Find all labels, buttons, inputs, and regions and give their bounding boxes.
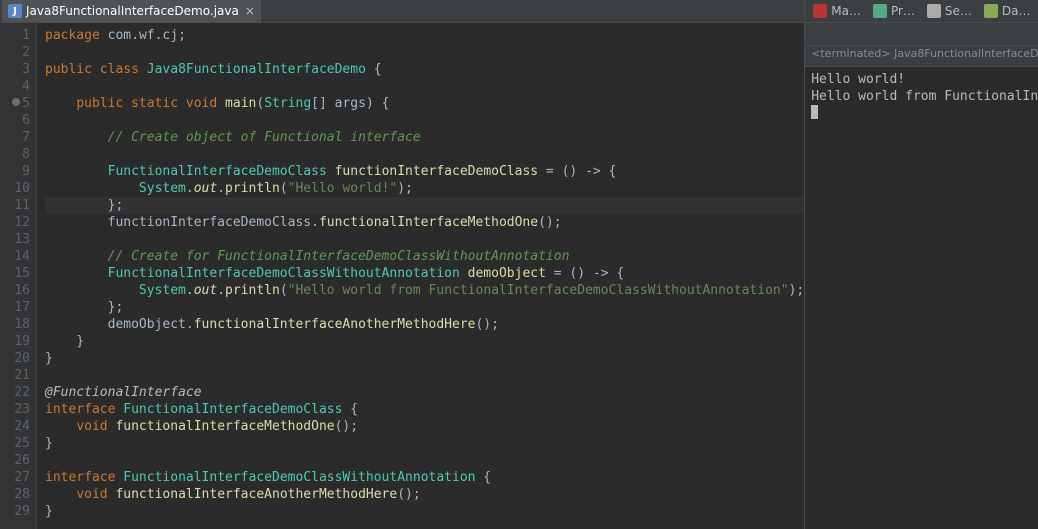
- editor-tabbar: J Java8FunctionalInterfaceDemo.java ×: [0, 0, 804, 23]
- console-line: Hello world!: [811, 71, 1038, 88]
- code-line[interactable]: [45, 78, 804, 95]
- view-tab-data[interactable]: Da…: [978, 0, 1037, 22]
- code-line[interactable]: };: [45, 299, 804, 316]
- console-process-line: <terminated> Java8FunctionalInterfaceDem…: [805, 46, 1038, 67]
- code-line[interactable]: [45, 44, 804, 61]
- code-line[interactable]: void functionalInterfaceAnotherMethodHer…: [45, 486, 804, 503]
- line-number: 17: [0, 299, 30, 316]
- view-tab-search[interactable]: Se…: [921, 0, 978, 22]
- code-line[interactable]: System.out.println("Hello world!");: [45, 180, 804, 197]
- code-line[interactable]: [45, 367, 804, 384]
- view-tab-label: Pr…: [891, 4, 915, 18]
- code-line[interactable]: FunctionalInterfaceDemoClass functionInt…: [45, 163, 804, 180]
- search-icon: [927, 4, 941, 18]
- view-tab-markers[interactable]: Ma…: [807, 0, 867, 22]
- views-tabbar: Ma…Pr…Se…Da…Sn…Co…×Pr…Se…Git…▭: [805, 0, 1038, 23]
- line-number: 28: [0, 486, 30, 503]
- ide-root: J Java8FunctionalInterfaceDemo.java × 12…: [0, 0, 1038, 529]
- line-number: 14: [0, 248, 30, 265]
- line-number: 24: [0, 418, 30, 435]
- code-line[interactable]: interface FunctionalInterfaceDemoClassWi…: [45, 469, 804, 486]
- views-pane: Ma…Pr…Se…Da…Sn…Co…×Pr…Se…Git…▭ ⇆■✖✖|▤▦▧⬓…: [805, 0, 1038, 529]
- code-line[interactable]: FunctionalInterfaceDemoClassWithoutAnnot…: [45, 265, 804, 282]
- view-tab-problems[interactable]: Pr…: [867, 0, 921, 22]
- editor-tab[interactable]: J Java8FunctionalInterfaceDemo.java ×: [2, 0, 261, 22]
- line-number: 9: [0, 163, 30, 180]
- line-gutter: 1234567891011121314151617181920212223242…: [0, 23, 37, 529]
- line-number: 5: [0, 95, 30, 112]
- code-area[interactable]: package com.wf.cj; public class Java8Fun…: [37, 23, 804, 529]
- breakpoint-icon[interactable]: [12, 98, 20, 106]
- code-line[interactable]: }: [45, 350, 804, 367]
- line-number: 18: [0, 316, 30, 333]
- line-number: 4: [0, 78, 30, 95]
- line-number: 7: [0, 129, 30, 146]
- code-line[interactable]: demoObject.functionalInterfaceAnotherMet…: [45, 316, 804, 333]
- code-line[interactable]: // Create for FunctionalInterfaceDemoCla…: [45, 248, 804, 265]
- code-line[interactable]: // Create object of Functional interface: [45, 129, 804, 146]
- code-editor[interactable]: 1234567891011121314151617181920212223242…: [0, 23, 804, 529]
- problems-icon: [873, 4, 887, 18]
- line-number: 8: [0, 146, 30, 163]
- editor-pane: J Java8FunctionalInterfaceDemo.java × 12…: [0, 0, 805, 529]
- code-line[interactable]: functionInterfaceDemoClass.functionalInt…: [45, 214, 804, 231]
- line-number: 19: [0, 333, 30, 350]
- line-number: 16: [0, 282, 30, 299]
- line-number: 21: [0, 367, 30, 384]
- line-number: 22: [0, 384, 30, 401]
- console-line: Hello world from FunctionalInterfaceDemo…: [811, 88, 1038, 105]
- line-number: 20: [0, 350, 30, 367]
- data-icon: [984, 4, 998, 18]
- code-line[interactable]: @FunctionalInterface: [45, 384, 804, 401]
- code-line[interactable]: [45, 146, 804, 163]
- code-line[interactable]: package com.wf.cj;: [45, 27, 804, 44]
- close-tab-icon[interactable]: ×: [245, 4, 255, 18]
- code-line[interactable]: interface FunctionalInterfaceDemoClass {: [45, 401, 804, 418]
- cursor-icon: [811, 105, 818, 119]
- line-number: 12: [0, 214, 30, 231]
- code-line[interactable]: System.out.println("Hello world from Fun…: [45, 282, 804, 299]
- line-number: 23: [0, 401, 30, 418]
- markers-icon: [813, 4, 827, 18]
- console-cursor-line: [811, 105, 1038, 122]
- line-number: 26: [0, 452, 30, 469]
- editor-tab-label: Java8FunctionalInterfaceDemo.java: [26, 4, 239, 18]
- code-line[interactable]: public class Java8FunctionalInterfaceDem…: [45, 61, 804, 78]
- line-number: 27: [0, 469, 30, 486]
- view-tab-label: Da…: [1002, 4, 1031, 18]
- line-number: 10: [0, 180, 30, 197]
- console-toolbar: ⇆■✖✖|▤▦▧⬓⬒|▣|▾: [805, 23, 1038, 46]
- line-number: 6: [0, 112, 30, 129]
- line-number: 15: [0, 265, 30, 282]
- view-tab-label: Se…: [945, 4, 972, 18]
- line-number: 13: [0, 231, 30, 248]
- code-line[interactable]: [45, 231, 804, 248]
- java-file-icon: J: [8, 4, 22, 18]
- view-tab-label: Ma…: [831, 4, 861, 18]
- code-line[interactable]: }: [45, 435, 804, 452]
- code-line[interactable]: [45, 112, 804, 129]
- code-line[interactable]: public static void main(String[] args) {: [45, 95, 804, 112]
- console-output[interactable]: Hello world!Hello world from FunctionalI…: [805, 67, 1038, 529]
- line-number: 3: [0, 61, 30, 78]
- code-line[interactable]: }: [45, 503, 804, 520]
- code-line[interactable]: [45, 452, 804, 469]
- line-number: 29: [0, 503, 30, 520]
- line-number: 25: [0, 435, 30, 452]
- line-number: 11: [0, 197, 30, 214]
- code-line[interactable]: void functionalInterfaceMethodOne();: [45, 418, 804, 435]
- line-number: 1: [0, 27, 30, 44]
- line-number: 2: [0, 44, 30, 61]
- code-line[interactable]: }: [45, 333, 804, 350]
- code-line[interactable]: };: [45, 197, 804, 214]
